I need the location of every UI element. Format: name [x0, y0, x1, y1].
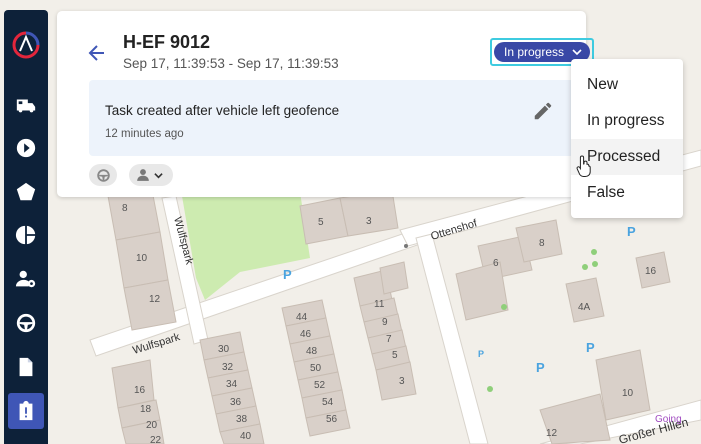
sidebar-item-documents[interactable] — [8, 349, 44, 385]
back-button[interactable] — [84, 40, 110, 66]
sidebar-item-driving[interactable] — [8, 305, 44, 341]
svg-text:9: 9 — [382, 317, 388, 328]
svg-text:3: 3 — [399, 376, 405, 387]
status-option-processed[interactable]: Processed — [571, 139, 683, 175]
svg-text:4A: 4A — [578, 302, 591, 313]
assignee-select[interactable] — [129, 164, 173, 186]
svg-text:12: 12 — [546, 428, 558, 439]
driver-chip[interactable] — [89, 164, 117, 186]
svg-text:38: 38 — [236, 414, 248, 425]
arrow-left-icon — [88, 45, 104, 61]
svg-text:7: 7 — [386, 334, 392, 345]
svg-text:5: 5 — [392, 350, 398, 361]
task-daterange: Sep 17, 11:39:53 - Sep 17, 11:39:53 — [123, 56, 339, 71]
status-option-false[interactable]: False — [571, 175, 683, 211]
svg-text:30: 30 — [218, 344, 230, 355]
status-option-new[interactable]: New — [571, 67, 683, 103]
geofence-icon — [16, 182, 36, 201]
task-clipboard-icon — [19, 400, 33, 421]
steering-wheel-icon — [96, 168, 110, 182]
sidebar-item-reports[interactable] — [8, 217, 44, 253]
document-icon — [19, 357, 33, 377]
svg-text:P: P — [586, 340, 595, 355]
sidebar-item-drivers[interactable] — [8, 261, 44, 297]
steering-wheel-icon — [16, 313, 36, 333]
play-icon — [16, 138, 36, 158]
svg-text:50: 50 — [310, 363, 322, 374]
note-time: 12 minutes ago — [105, 128, 184, 140]
svg-text:16: 16 — [134, 385, 146, 396]
pie-chart-icon — [15, 225, 36, 245]
svg-text:P: P — [478, 349, 484, 359]
note-title: Task created after vehicle left geofence — [105, 103, 340, 118]
svg-text:54: 54 — [322, 397, 334, 408]
svg-text:22: 22 — [150, 435, 162, 444]
svg-text:40: 40 — [240, 431, 252, 442]
driver-icon — [15, 270, 36, 288]
sidebar-item-tasks[interactable] — [8, 393, 44, 429]
task-note: Task created after vehicle left geofence… — [89, 80, 574, 156]
svg-text:52: 52 — [314, 380, 326, 391]
svg-text:10: 10 — [136, 253, 148, 264]
svg-text:6: 6 — [493, 258, 499, 269]
svg-text:32: 32 — [222, 362, 234, 373]
chevron-down-icon — [154, 172, 163, 178]
vehicle-plate: H-EF 9012 — [123, 32, 211, 52]
svg-text:46: 46 — [300, 329, 312, 340]
svg-text:11: 11 — [374, 299, 385, 310]
svg-text:18: 18 — [140, 404, 152, 415]
task-card: H-EF 9012 Sep 17, 11:39:53 - Sep 17, 11:… — [57, 11, 594, 197]
svg-text:P: P — [283, 267, 292, 282]
status-value: In progress — [504, 45, 565, 59]
svg-text:P: P — [627, 224, 636, 239]
svg-text:48: 48 — [306, 346, 318, 357]
svg-text:34: 34 — [226, 379, 238, 390]
brand-logo — [12, 31, 40, 59]
person-icon — [137, 169, 149, 181]
svg-text:8: 8 — [539, 238, 545, 249]
svg-text:20: 20 — [146, 420, 158, 431]
status-menu: New In progress Processed False — [571, 59, 683, 218]
vehicles-icon — [16, 99, 36, 113]
svg-text:44: 44 — [296, 312, 308, 323]
sidebar-item-play[interactable] — [8, 130, 44, 166]
pencil-icon[interactable] — [532, 100, 554, 122]
svg-text:5: 5 — [318, 217, 324, 228]
svg-text:3: 3 — [366, 216, 372, 227]
sidebar — [4, 10, 48, 444]
svg-text:36: 36 — [230, 397, 242, 408]
svg-text:12: 12 — [149, 294, 161, 305]
status-option-in-progress[interactable]: In progress — [571, 103, 683, 139]
svg-text:56: 56 — [326, 414, 338, 425]
svg-text:8: 8 — [122, 203, 128, 214]
chevron-down-icon — [572, 49, 582, 56]
sidebar-item-vehicles[interactable] — [8, 87, 44, 123]
poi-label-going: Going — [655, 414, 682, 425]
svg-text:10: 10 — [622, 388, 634, 399]
svg-text:16: 16 — [645, 266, 657, 277]
svg-text:P: P — [536, 360, 545, 375]
sidebar-item-geofence[interactable] — [8, 174, 44, 210]
